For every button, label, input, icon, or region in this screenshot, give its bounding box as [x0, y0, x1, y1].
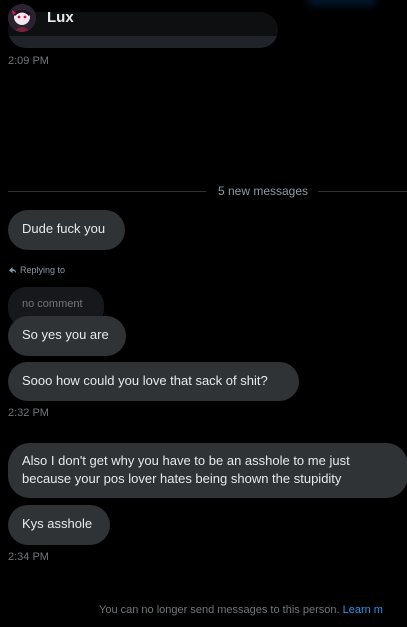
messaging-disabled-notice: You can no longer send messages to this … — [99, 604, 383, 616]
reply-label-text: Replying to — [20, 265, 66, 275]
reply-arrow-icon — [8, 266, 17, 274]
new-messages-divider: 5 new messages — [208, 184, 318, 198]
divider-line-left — [8, 191, 206, 192]
avatar-image-icon — [8, 4, 36, 32]
contact-name[interactable]: Lux — [47, 9, 74, 26]
message-text: Dude fuck you — [22, 221, 106, 236]
message-bubble[interactable]: Sooo how could you love that sack of shi… — [8, 362, 299, 401]
message-bubble[interactable]: Kys asshole — [8, 505, 110, 545]
message-bubble[interactable]: So yes you are — [8, 316, 126, 356]
message-text: Sooo how could you love that sack of shi… — [22, 373, 268, 388]
divider-line-right — [318, 191, 407, 192]
message-bubble[interactable]: Dude fuck you — [8, 210, 125, 250]
reply-indicator: Replying to — [8, 265, 65, 275]
message-bubble[interactable]: Also I don't get why you have to be an a… — [8, 443, 407, 498]
notice-text: You can no longer send messages to this … — [99, 604, 340, 616]
message-text: Also I don't get why you have to be an a… — [22, 453, 350, 486]
message-text: So yes you are — [22, 327, 109, 342]
message-text: Kys asshole — [22, 516, 93, 531]
quoted-text: no comment — [22, 298, 83, 310]
message-timestamp: 2:34 PM — [8, 551, 49, 563]
message-timestamp: 2:09 PM — [8, 55, 49, 67]
conversation-header: Lux — [0, 0, 407, 36]
learn-more-link[interactable]: Learn m — [343, 604, 383, 616]
dm-conversation-screen: Lux 2:09 PM 5 new messages Dude fuck you… — [0, 0, 407, 627]
message-timestamp: 2:32 PM — [8, 407, 49, 419]
avatar[interactable] — [8, 4, 36, 32]
